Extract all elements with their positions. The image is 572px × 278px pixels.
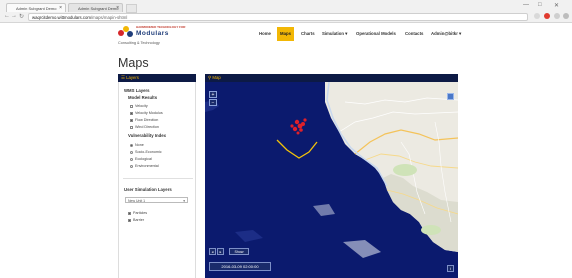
checkbox[interactable] (128, 218, 131, 222)
option-label: Wind Direction (135, 125, 159, 129)
vulnerability-option[interactable]: None (130, 143, 144, 147)
model-result-option[interactable]: Wind Direction (130, 125, 159, 129)
simulation-select[interactable]: New Unit 1 ▾ (125, 197, 188, 203)
site-logo[interactable]: HARMONIZED TECHNOLOGY FOR Modulars Consu… (118, 24, 193, 48)
option-label: Velocity Modulus (135, 111, 163, 115)
url-path: /maps/mapin-shtml (90, 15, 128, 20)
option-label: Barrier (133, 218, 145, 222)
reload-icon[interactable]: ↻ (19, 13, 24, 20)
nav-charts[interactable]: Charts (301, 27, 315, 41)
tab-label: Admin Subgrant Demo (78, 6, 119, 11)
maximize-icon[interactable]: □ (538, 2, 542, 8)
logo-tagline: HARMONIZED TECHNOLOGY FOR (136, 25, 186, 29)
address-row: ← → ↻ waqrcitdemo.wittmodulars.com/maps/… (0, 12, 572, 22)
map-panel-header: ⚲ Map (205, 74, 458, 82)
logo-mark-icon (118, 26, 134, 39)
address-bar[interactable]: waqrcitdemo.wittmodulars.com/maps/mapin-… (28, 13, 528, 21)
nav-admin-menu[interactable]: Admin@bitkr ▾ (431, 27, 461, 41)
map-icon: ⚲ (208, 75, 212, 80)
extension-icon[interactable] (544, 13, 550, 19)
extension-icon-2[interactable] (554, 13, 560, 19)
logo-subtitle: Consulting & Technology (118, 41, 160, 45)
next-step-button[interactable]: ▸ (217, 248, 224, 255)
option-label: None (135, 143, 144, 147)
model-result-option[interactable]: Flow Direction (130, 118, 158, 122)
vulnerability-option[interactable]: Ecological (130, 157, 152, 161)
show-button[interactable]: Show (229, 248, 249, 255)
checkbox[interactable] (128, 211, 131, 215)
vulnerability-option[interactable]: Environmental (130, 164, 159, 168)
tab-label: Admin Subgrant Demo (16, 6, 57, 11)
menu-icon[interactable] (563, 13, 569, 19)
model-result-option[interactable]: Velocity (130, 104, 148, 108)
previous-step-button[interactable]: ◂ (209, 248, 216, 255)
checkbox[interactable] (130, 118, 133, 122)
radio[interactable] (130, 150, 133, 154)
user-simulation-title: User Simulation Layers (124, 187, 172, 192)
page-title: Maps (118, 56, 149, 70)
browser-chrome: Admin Subgrant Demo × Admin Subgrant Demo… (0, 0, 572, 23)
close-icon[interactable]: × (59, 4, 62, 12)
vulnerability-option[interactable]: Socio-Economic (130, 150, 162, 154)
select-value: New Unit 1 (128, 199, 146, 203)
park-area (421, 225, 441, 235)
nav-contacts[interactable]: Contacts (405, 27, 423, 41)
layers-panel: WMS Layers Model Results Velocity Veloci… (118, 82, 196, 278)
back-icon[interactable]: ← (4, 13, 10, 19)
close-icon[interactable]: × (116, 4, 119, 12)
logo-name: Modulars (136, 30, 169, 37)
zoom-in-button[interactable]: + (209, 91, 217, 98)
bookmark-star-icon[interactable] (534, 13, 540, 19)
layers-icon: ☰ (121, 75, 125, 80)
nav-maps[interactable]: Maps (277, 27, 294, 41)
map-view[interactable]: + − ◂ ▸ Show 2016-03-09 02:00:00 i (205, 82, 458, 278)
url-host: waqrcitdemo.wittmodulars.com (32, 15, 91, 20)
browser-tab-2[interactable]: Admin Subgrant Demo × (68, 3, 123, 12)
nav-operational-models[interactable]: Operational Models (356, 27, 396, 41)
model-results-title: Model Results (128, 95, 158, 100)
checkbox[interactable] (130, 125, 133, 129)
nav-home[interactable]: Home (259, 27, 271, 41)
zoom-out-button[interactable]: − (209, 99, 217, 106)
close-window-icon[interactable]: ✕ (554, 2, 559, 9)
option-label: Flow Direction (135, 118, 159, 122)
wms-layers-title: WMS Layers (124, 88, 150, 93)
info-button[interactable]: i (447, 265, 454, 272)
radio[interactable] (130, 157, 133, 161)
option-label: Socio-Economic (135, 150, 162, 154)
option-label: Particles (133, 211, 148, 215)
fullscreen-icon[interactable] (447, 93, 454, 100)
simulation-layer-option[interactable]: Particles (128, 211, 147, 215)
timestamp-display: 2016-03-09 02:00:00 (209, 262, 271, 271)
option-label: Velocity (135, 104, 148, 108)
layers-header-label: Layers (126, 75, 139, 80)
vulnerability-title: Vulnerability Index (128, 133, 167, 138)
divider (123, 178, 193, 179)
map-header-label: Map (212, 75, 221, 80)
minimize-icon[interactable]: — (523, 2, 529, 8)
layers-panel-header: ☰ Layers (118, 74, 196, 82)
checkbox[interactable] (130, 111, 133, 115)
option-label: Environmental (135, 164, 159, 168)
chevron-down-icon: ▾ (183, 199, 185, 203)
radio[interactable] (130, 143, 133, 147)
forward-icon[interactable]: → (11, 13, 17, 19)
browser-tab-1[interactable]: Admin Subgrant Demo × (6, 3, 66, 12)
simulation-layer-option[interactable]: Barrier (128, 218, 144, 222)
nav-simulation[interactable]: Simulation ▾ (322, 27, 347, 41)
model-result-option[interactable]: Velocity Modulus (130, 111, 163, 115)
park-area (393, 164, 417, 176)
checkbox[interactable] (130, 104, 133, 108)
option-label: Ecological (135, 157, 152, 161)
radio[interactable] (130, 164, 133, 168)
